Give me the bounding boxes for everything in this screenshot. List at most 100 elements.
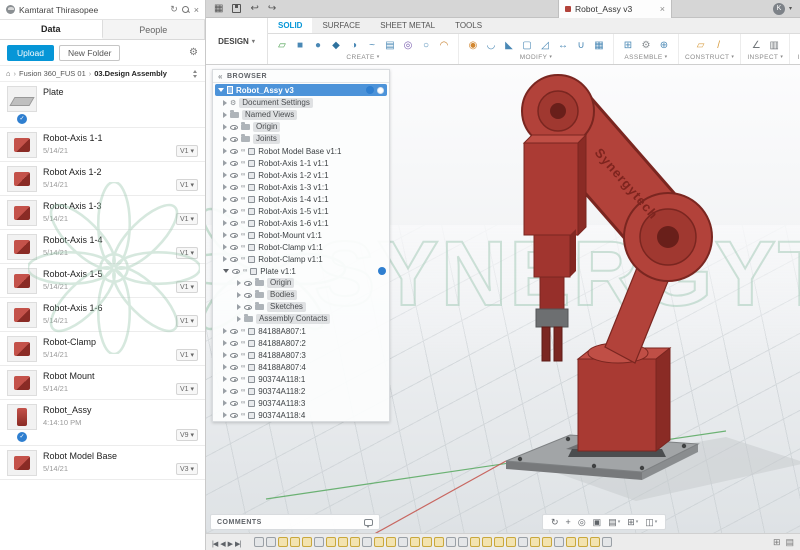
version-dropdown[interactable]: V1 ▾ [176,315,198,327]
visibility-eye-icon[interactable] [230,365,238,370]
browser-row[interactable]: ∞Robot-Axis 1-4 v1:1 [213,193,389,205]
component-icon[interactable] [248,232,255,239]
component-icon[interactable] [248,148,255,155]
cloud-status-icon[interactable] [366,86,374,94]
as-built-joint-icon[interactable]: ⊕ [656,38,672,53]
version-dropdown[interactable]: V1 ▾ [176,383,198,395]
timeline-feature-joint-icon[interactable] [410,537,420,547]
browser-row[interactable]: ∞90374A118:4 [213,409,389,421]
new-component-icon[interactable]: ⊞ [620,38,636,53]
component-icon[interactable] [248,160,255,167]
timeline-feature-joint-icon[interactable] [470,537,480,547]
component-icon[interactable] [248,184,255,191]
sweep-icon[interactable]: ~ [364,38,380,53]
version-dropdown[interactable]: V1 ▾ [176,281,198,293]
browser-row[interactable]: ∞84188A807:1 [213,325,389,337]
timeline-feature-joint-icon[interactable] [494,537,504,547]
timeline-feature-joint-icon[interactable] [350,537,360,547]
go-to-end-icon[interactable]: ▶| [235,541,240,548]
clamp-mount[interactable] [536,309,568,327]
browser-row[interactable]: Origin [213,277,389,289]
expand-arrow-icon[interactable] [223,196,227,202]
expand-arrow-icon[interactable] [237,292,241,298]
new-folder-button[interactable]: New Folder [59,45,120,61]
folder-icon[interactable] [230,112,239,118]
expand-arrow-icon[interactable] [237,304,241,310]
timeline-feature-joint-icon[interactable] [542,537,552,547]
expand-arrow-icon[interactable] [223,412,227,418]
browser-row[interactable]: Named Views [213,109,389,121]
component-icon[interactable] [248,388,255,395]
expand-arrow-icon[interactable] [223,269,229,273]
combine-icon[interactable]: ∪ [573,38,589,53]
expand-arrow-icon[interactable] [223,352,227,358]
folder-icon[interactable] [241,136,250,142]
breadcrumb-project[interactable]: Fusion 360_FUS 01 [19,69,86,78]
visibility-eye-icon[interactable] [230,185,238,190]
visibility-eye-icon[interactable] [230,389,238,394]
timeline-feature-joint-icon[interactable] [302,537,312,547]
visibility-eye-icon[interactable] [230,173,238,178]
group-label[interactable]: CREATE▾ [346,54,379,61]
insert-derive-icon[interactable]: ◈ [796,38,800,53]
timeline-settings-icon[interactable]: ▤ [785,537,794,548]
list-item[interactable]: Robot Axis 1-25/14/21V1 ▾ [0,162,205,196]
browser-row[interactable]: ∞90374A118:1 [213,373,389,385]
list-item[interactable]: Robot-Axis 1-65/14/21V1 ▾ [0,298,205,332]
visibility-eye-icon[interactable] [230,137,238,142]
timeline-feature-joint-icon[interactable] [386,537,396,547]
component-icon[interactable] [250,268,257,275]
component-icon[interactable] [248,328,255,335]
browser-row[interactable]: ∞Robot-Axis 1-2 v1:1 [213,169,389,181]
play-icon[interactable]: ▶ [228,541,232,548]
visibility-eye-icon[interactable] [230,329,238,334]
component-icon[interactable] [248,376,255,383]
joint-icon[interactable]: ⚙ [638,38,654,53]
component-icon[interactable] [248,244,255,251]
replace-face-icon[interactable]: ▦ [591,38,607,53]
design-mode-dropdown[interactable]: DESIGN ▾ [206,18,268,64]
pipe-icon[interactable]: ○ [418,38,434,53]
chamfer-icon[interactable]: ◣ [501,38,517,53]
expand-arrow-icon[interactable] [223,136,227,142]
timeline-feature-component-icon[interactable] [602,537,612,547]
component-icon[interactable] [248,220,255,227]
version-dropdown[interactable]: V1 ▾ [176,179,198,191]
close-panel-icon[interactable]: × [194,5,199,15]
timeline-feature-joint-icon[interactable] [290,537,300,547]
visibility-eye-icon[interactable] [230,353,238,358]
create-sketch-icon[interactable]: ▱ [274,38,290,53]
comments-bar[interactable]: COMMENTS [210,514,380,530]
grid-settings-icon[interactable]: ⊞▾ [627,517,638,528]
expand-arrow-icon[interactable] [223,172,227,178]
robot-forearm[interactable] [524,143,578,235]
group-label[interactable]: MODIFY▾ [520,54,553,61]
refresh-icon[interactable]: ↻ [170,4,178,15]
show-data-panel-icon[interactable]: ▦ [214,4,223,14]
component-icon[interactable] [248,208,255,215]
section-analysis-icon[interactable]: ▥ [766,38,782,53]
visibility-eye-icon[interactable] [230,209,238,214]
visibility-eye-icon[interactable] [230,221,238,226]
expand-arrow-icon[interactable] [218,88,224,92]
timeline-feature-joint-icon[interactable] [482,537,492,547]
timeline-zoom-icon[interactable]: ⊞ [773,537,781,548]
sync-status-icon[interactable] [377,87,384,94]
timeline-feature-joint-icon[interactable] [278,537,288,547]
timeline-feature-component-icon[interactable] [398,537,408,547]
expand-arrow-icon[interactable] [223,364,227,370]
gear-icon[interactable]: ⚙ [189,47,198,58]
timeline-feature-joint-icon[interactable] [434,537,444,547]
visibility-eye-icon[interactable] [230,161,238,166]
scale-icon[interactable]: ↔ [555,38,571,53]
list-item[interactable]: ✓Plate [0,82,205,128]
timeline-feature-joint-icon[interactable] [578,537,588,547]
fit-icon[interactable]: ▣ [593,517,602,528]
sort-icon[interactable] [192,70,199,78]
list-item[interactable]: Robot-Axis 1-15/14/21V1 ▾ [0,128,205,162]
robot-base[interactable] [578,359,656,451]
visibility-eye-icon[interactable] [230,257,238,262]
component-icon[interactable] [248,412,255,419]
group-label[interactable]: CONSTRUCT▾ [685,54,734,61]
comment-bubble-icon[interactable] [364,519,373,526]
